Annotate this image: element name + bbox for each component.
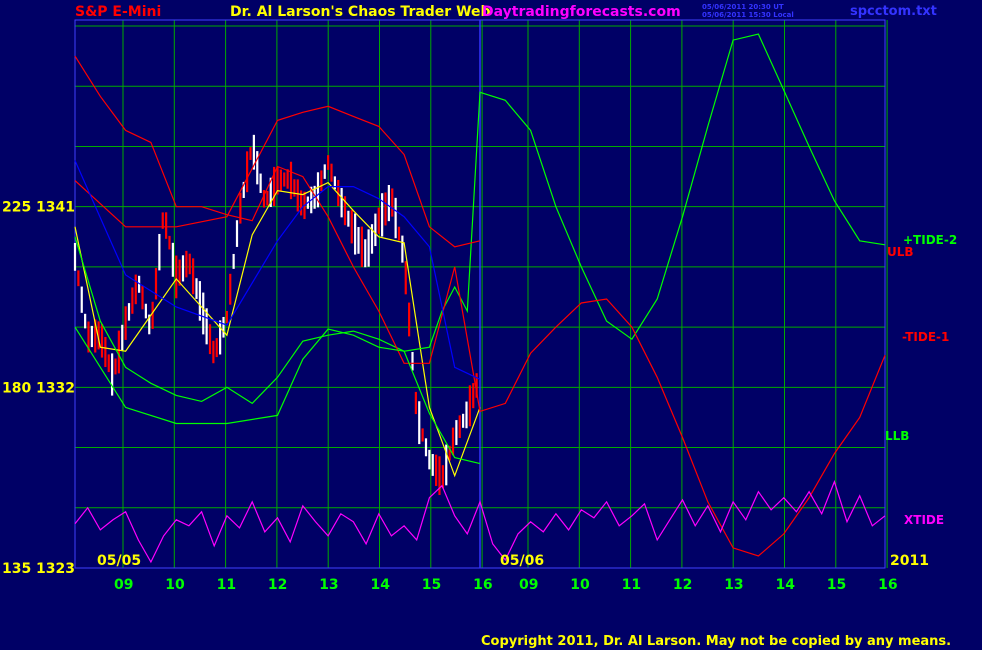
label-tide1: -TIDE-1 (902, 330, 949, 344)
x-tick-label: 13 (319, 577, 338, 593)
x-tick-label: 10 (570, 577, 590, 593)
label-xtide: XTIDE (904, 513, 944, 527)
chart-background (0, 0, 982, 650)
y-tick-label-right: 1323 (36, 561, 75, 577)
x-tick-label: 13 (724, 577, 743, 593)
chart-title: Dr. Al Larson's Chaos Trader Web (230, 4, 491, 20)
date-label-day2: 05/06 (500, 553, 544, 569)
x-tick-label: 14 (776, 577, 796, 593)
file-label: spcctom.txt (850, 4, 937, 19)
y-tick-label-left: 135 (2, 561, 31, 577)
x-tick-label: 11 (217, 577, 236, 593)
x-tick-label: 10 (165, 577, 185, 593)
copyright-notice: Copyright 2011, Dr. Al Larson. May not b… (481, 634, 951, 649)
x-tick-label: 16 (878, 577, 897, 593)
x-tick-label: 11 (622, 577, 641, 593)
x-tick-label: 09 (519, 577, 538, 593)
chaos-trader-chart: S&P E-Mini Dr. Al Larson's Chaos Trader … (0, 0, 982, 650)
y-tick-label-left: 180 (2, 380, 31, 396)
x-tick-label: 16 (473, 577, 492, 593)
year-label: 2011 (890, 553, 929, 569)
timestamp-local: 05/06/2011 15:30 Local (702, 11, 794, 19)
x-tick-label: 09 (114, 577, 133, 593)
timestamp-ut: 05/06/2011 20:30 UT (702, 3, 784, 11)
x-tick-label: 12 (673, 577, 692, 593)
date-label-day1: 05/05 (97, 553, 141, 569)
y-tick-label-left: 225 (2, 200, 31, 216)
label-ulb: ULB (887, 245, 914, 259)
x-tick-label: 14 (371, 577, 391, 593)
instrument-label: S&P E-Mini (75, 4, 161, 20)
label-llb: LLB (885, 429, 909, 443)
x-tick-label: 15 (827, 577, 846, 593)
x-tick-label: 15 (422, 577, 441, 593)
site-label[interactable]: Daytradingforecasts.com (482, 4, 681, 20)
x-tick-label: 12 (268, 577, 287, 593)
y-tick-label-right: 1332 (36, 380, 75, 396)
y-tick-label-right: 1341 (36, 200, 75, 216)
